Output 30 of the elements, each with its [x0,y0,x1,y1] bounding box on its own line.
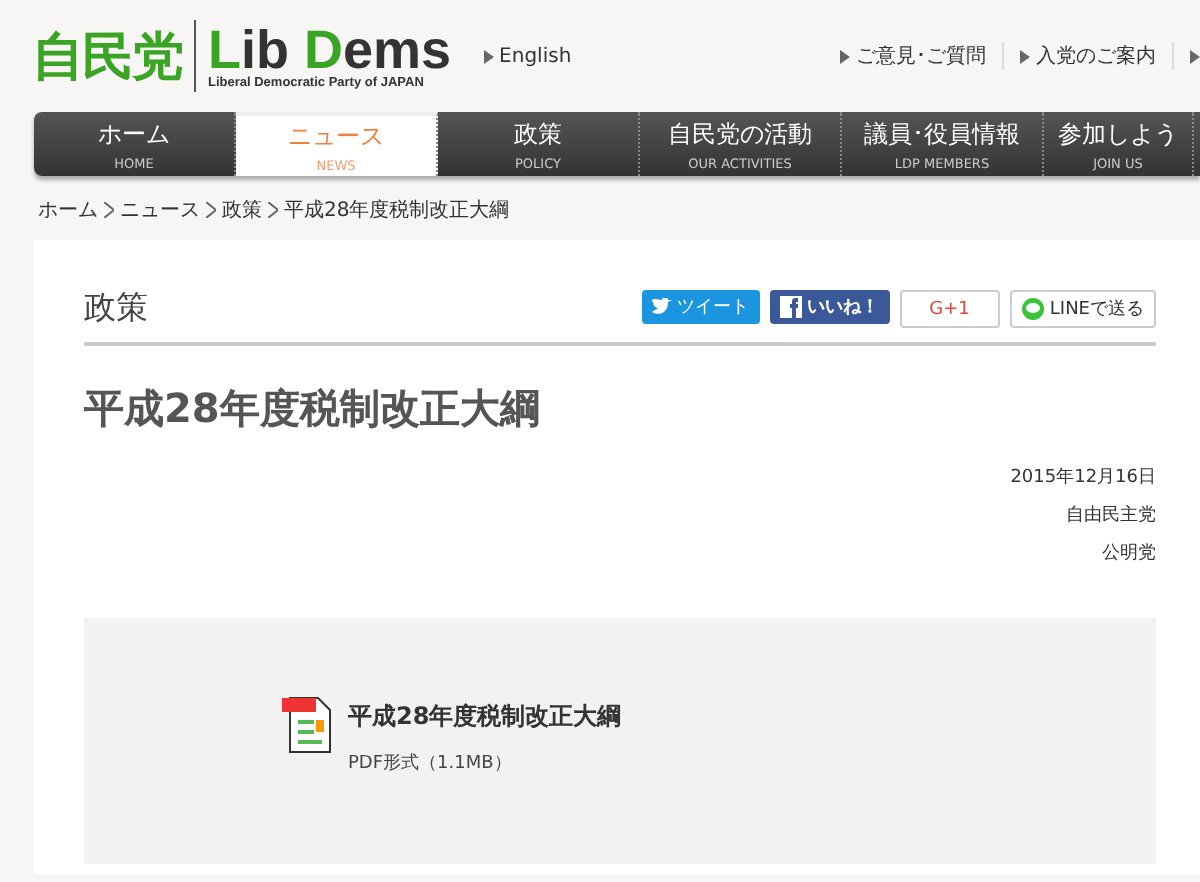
arrow-icon [840,49,850,63]
section-title: 政策 [84,288,148,330]
article-meta: 公明党 [1102,541,1156,566]
share-button[interactable]: G+1 [899,290,1000,328]
arrow-icon [1190,49,1200,63]
arrow-icon [1020,49,1030,63]
header-link[interactable]: 入党のご案内 [1004,42,1174,70]
breadcrumb-current: 平成28年度税制改正大綱 [284,197,510,224]
logo-text: Lib Dems [208,23,452,75]
logo-text: 自民党 [32,25,182,91]
language-link[interactable]: English [467,45,588,67]
breadcrumb-link[interactable]: ホーム [38,196,98,224]
chevron-icon [206,202,216,218]
chevron-icon [268,202,278,218]
chevron-icon [104,202,114,218]
bird-icon [651,298,672,316]
article-meta: 2015年12月16日 [1010,465,1156,490]
arrow-icon [483,49,494,63]
header-link[interactable]: ご意見･ご質問 [824,42,1004,70]
attachment-link[interactable]: 平成28年度税制改正大綱 [348,700,622,734]
pdf-icon [280,694,336,754]
f-icon [779,296,802,318]
breadcrumb-link[interactable]: ニュース [120,196,200,224]
share-button[interactable]: LINEで送る [1009,290,1156,328]
chat-icon [1021,298,1044,320]
article-title: 平成28年度税制改正大綱 [84,382,542,436]
file-info: PDF形式（1.1MB） [348,751,514,776]
article-meta: 自由民主党 [1066,503,1156,528]
breadcrumb-link[interactable]: 政策 [222,196,262,224]
share-button[interactable]: いいね！ [769,290,890,324]
